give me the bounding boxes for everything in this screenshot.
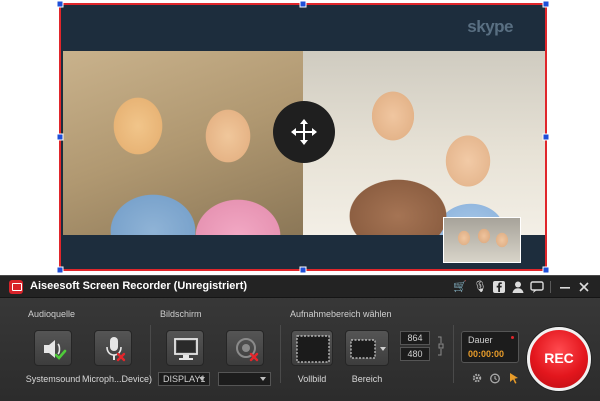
section-label-screen: Bildschirm [160, 309, 202, 319]
cart-icon[interactable]: 🛒 [452, 279, 468, 295]
resize-handle-left[interactable] [56, 133, 64, 141]
user-icon[interactable] [510, 279, 526, 295]
duration-label: Dauer [468, 335, 493, 345]
region-button[interactable] [345, 330, 389, 366]
webcam-off-icon [236, 338, 259, 362]
separator [453, 325, 454, 383]
system-sound-button[interactable] [34, 330, 72, 366]
duration-value: 00:00:00 [468, 349, 505, 359]
title-bar[interactable]: Aiseesoft Screen Recorder (Unregistriert… [0, 276, 600, 298]
capture-frame[interactable]: skype [59, 3, 547, 271]
resize-handle-top-right[interactable] [542, 0, 550, 8]
system-sound-label: Systemsound [25, 374, 81, 384]
resize-handle-bottom-right[interactable] [542, 266, 550, 274]
fullscreen-button[interactable] [291, 330, 333, 366]
webcam-select[interactable] [218, 372, 271, 386]
microphone-label: Microph...Device) [82, 374, 153, 384]
separator [280, 325, 281, 383]
width-input[interactable]: 864 [400, 331, 430, 345]
display-button[interactable] [166, 330, 204, 366]
chevron-down-icon [260, 377, 266, 381]
resize-handle-right[interactable] [542, 133, 550, 141]
timer-indicator [511, 336, 514, 339]
rec-button[interactable]: REC [527, 327, 591, 391]
resize-handle-top[interactable] [299, 0, 307, 8]
duration-box[interactable]: Dauer 00:00:00 [461, 331, 519, 363]
aspect-lock-icon[interactable] [436, 334, 446, 358]
settings-gear-icon[interactable] [471, 372, 483, 384]
chat-icon[interactable] [529, 279, 545, 295]
video-remote-right [303, 51, 545, 235]
skype-logo: skype [467, 17, 513, 36]
speaker-check-icon [44, 340, 67, 360]
app-logo-icon [9, 280, 23, 294]
region-icon [350, 339, 386, 359]
fullscreen-icon [296, 335, 330, 363]
region-label: Bereich [351, 374, 383, 384]
webcam-button[interactable] [226, 330, 264, 366]
section-label-area: Aufnahmebereich wählen [290, 309, 392, 319]
app-title: Aiseesoft Screen Recorder (Unregistriert… [30, 280, 248, 292]
move-arrows-icon [291, 119, 317, 145]
height-input[interactable]: 480 [400, 347, 430, 361]
chevron-down-icon [199, 377, 205, 381]
video-self-preview [443, 217, 521, 263]
move-handle[interactable] [273, 101, 335, 163]
mic-brush-icon[interactable]: 🎙 [472, 279, 488, 295]
cursor-icon[interactable] [508, 372, 520, 384]
facebook-icon[interactable] [491, 279, 507, 295]
close-icon[interactable] [576, 279, 592, 295]
resize-handle-bottom[interactable] [299, 266, 307, 274]
fullscreen-label: Vollbild [297, 374, 327, 384]
minimize-icon[interactable] [557, 279, 573, 295]
rec-label: REC [544, 350, 574, 366]
microphone-button[interactable] [94, 330, 132, 366]
display-select[interactable]: DISPLAY1 [158, 372, 210, 386]
video-remote-left [63, 51, 303, 235]
monitor-icon [174, 338, 198, 360]
microphone-off-icon [106, 337, 126, 362]
resize-handle-top-left[interactable] [56, 0, 64, 8]
section-label-audio: Audioquelle [28, 309, 76, 319]
resize-handle-bottom-left[interactable] [56, 266, 64, 274]
alarm-clock-icon[interactable] [489, 372, 501, 384]
